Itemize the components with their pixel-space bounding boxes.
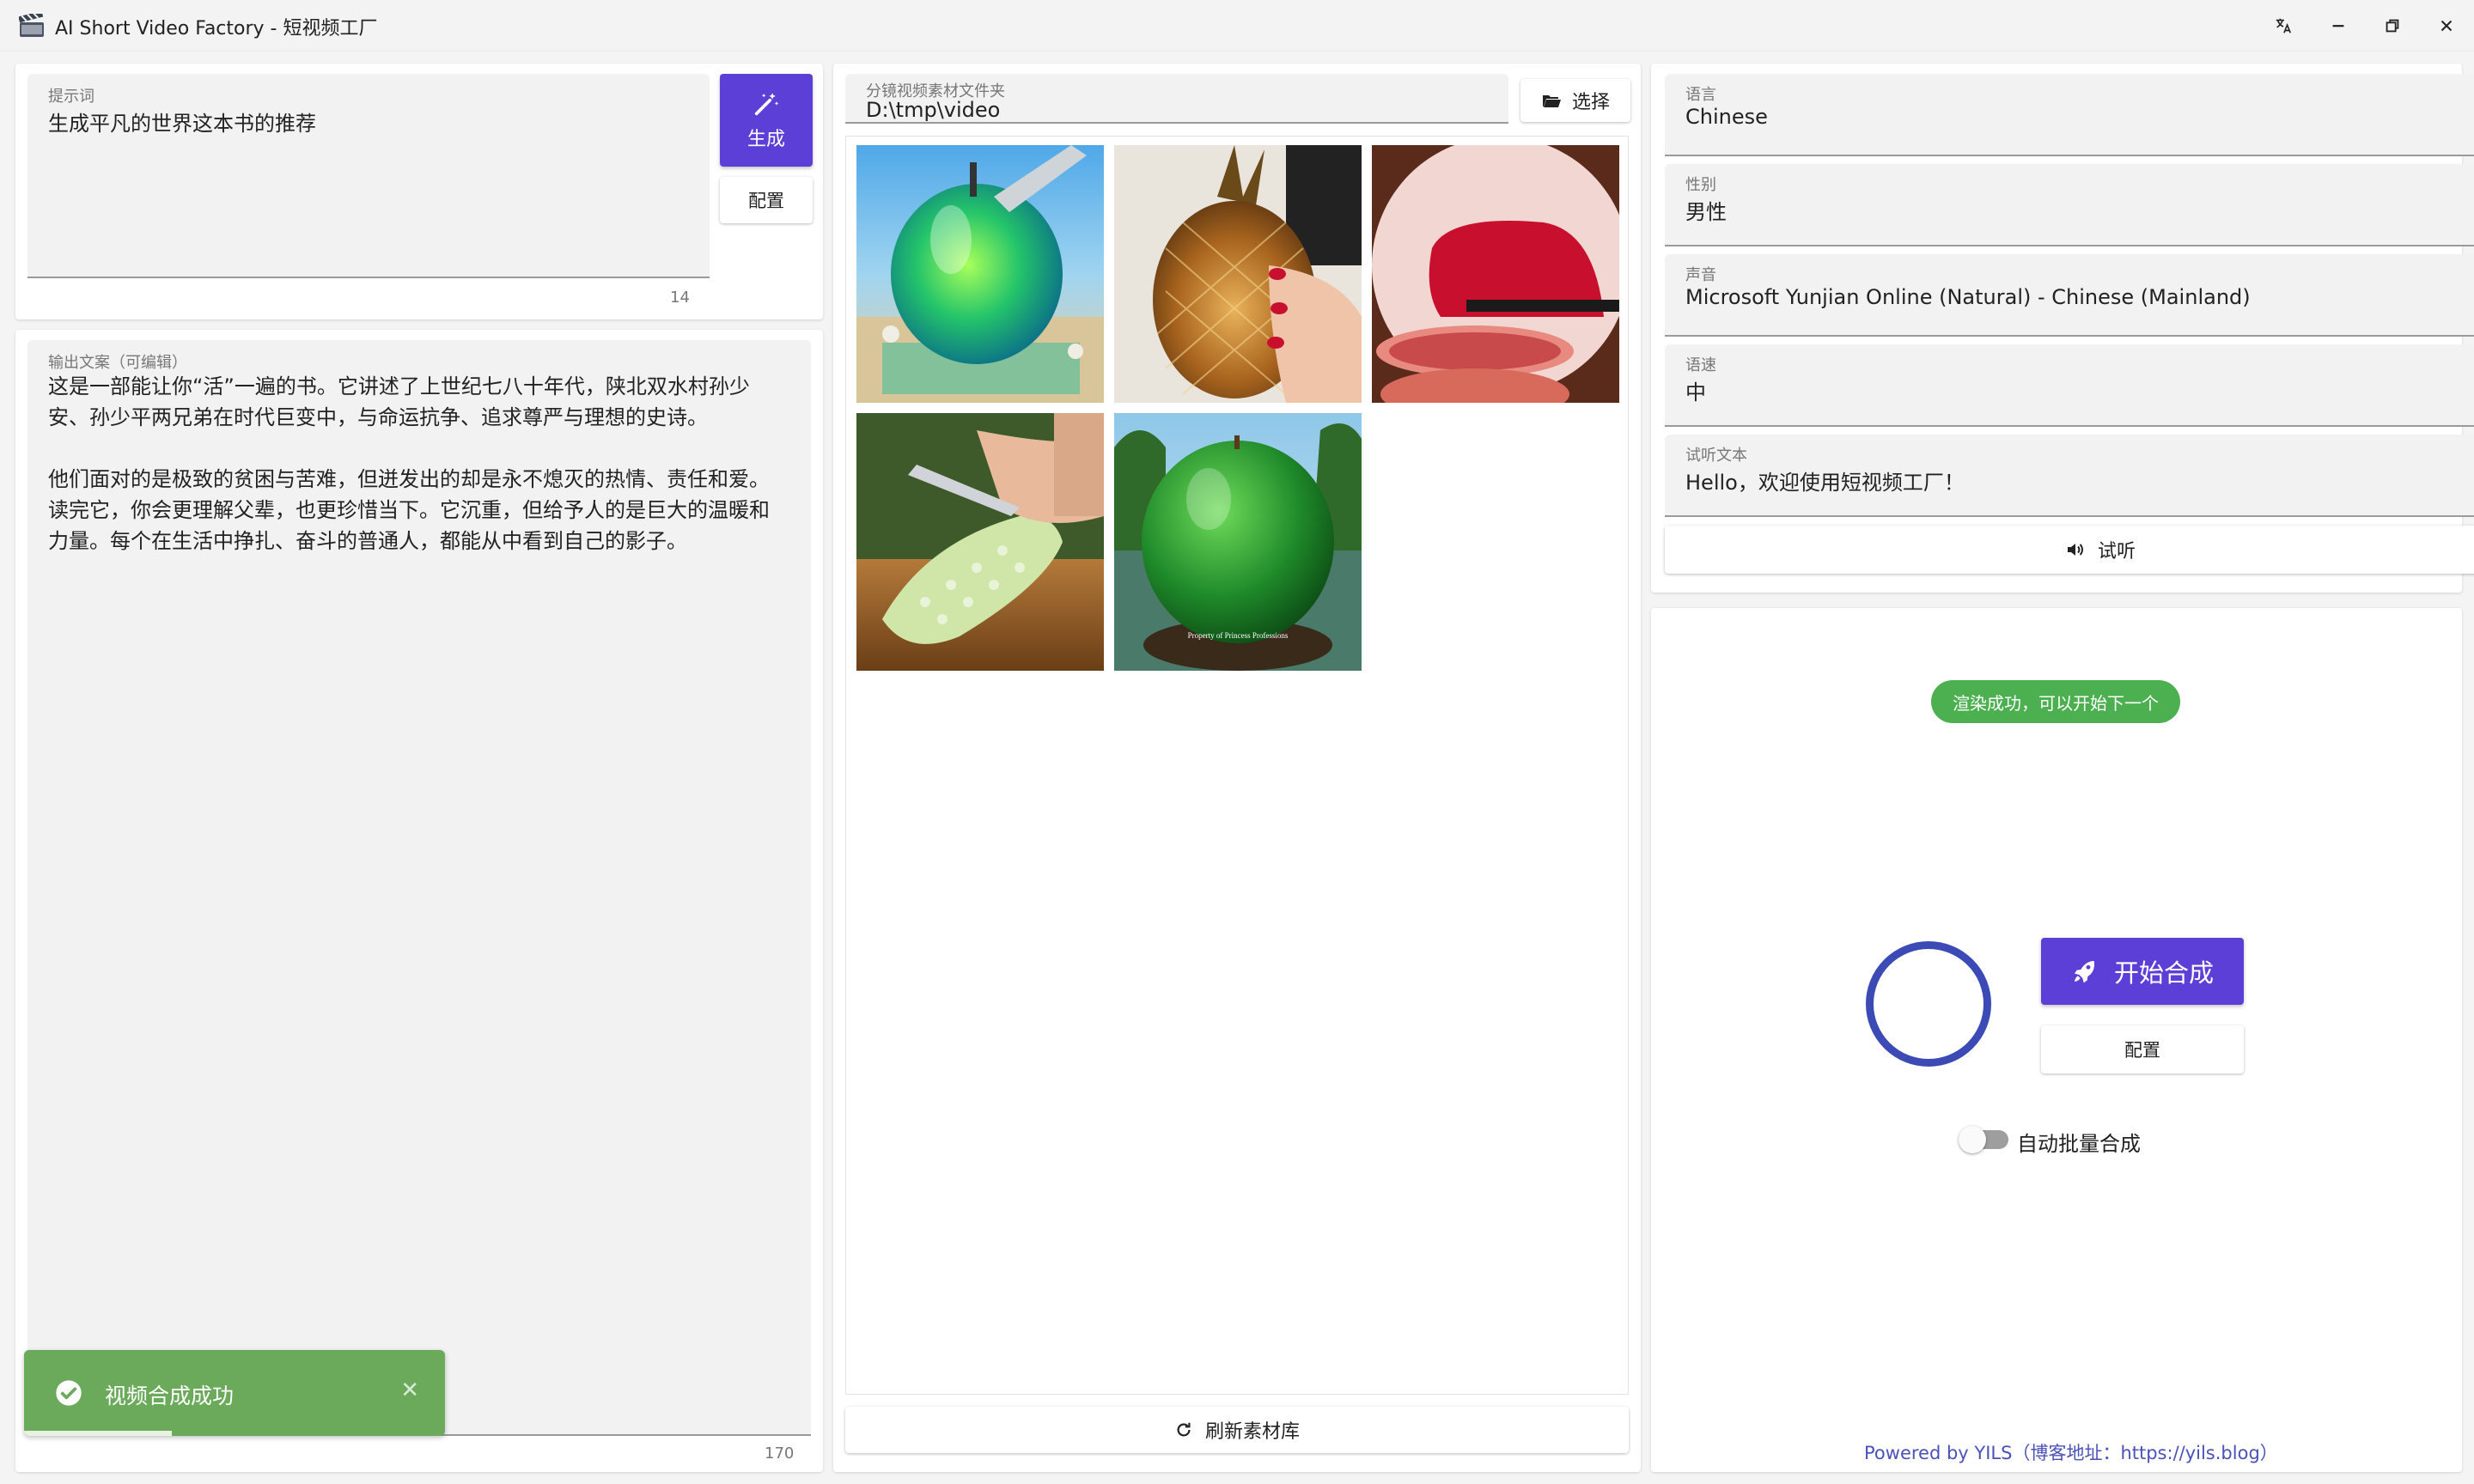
magic-wand-icon <box>754 93 779 116</box>
voice-label: 声音 <box>1685 266 1716 284</box>
output-label: 输出文案（可编辑） <box>48 354 187 372</box>
refresh-library-label: 刷新素材库 <box>1204 1421 1300 1443</box>
folder-path-input[interactable]: D:\tmp\video <box>866 98 1000 122</box>
start-compose-button[interactable]: 开始合成 <box>2041 938 2244 1005</box>
auto-batch-label: 自动批量合成 <box>2017 1132 2141 1156</box>
language-select[interactable]: 语言 Chinese <box>1665 74 2474 156</box>
material-panel: 分镜视频素材文件夹 D:\tmp\video 选择 Property of Pr… <box>833 64 1641 1472</box>
clapperboard-icon <box>18 10 45 38</box>
translate-icon[interactable] <box>2268 10 2299 41</box>
listen-button[interactable]: 试听 <box>1665 526 2474 574</box>
glass-apple-thumbnail[interactable] <box>856 145 1104 403</box>
refresh-library-button[interactable]: 刷新素材库 <box>845 1407 1629 1453</box>
window-title: AI Short Video Factory - 短视频工厂 <box>55 18 378 40</box>
prompt-label: 提示词 <box>48 88 94 106</box>
start-compose-label: 开始合成 <box>2113 958 2214 988</box>
red-fruit-thumbnail[interactable] <box>1372 145 1619 403</box>
close-icon[interactable]: ✕ <box>400 1378 419 1403</box>
output-field[interactable]: 输出文案（可编辑） 这是一部能让你“活”一遍的书。它讲述了上世纪七八十年代，陕北… <box>27 340 811 1436</box>
render-status-badge: 渲染成功，可以开始下一个 <box>1931 680 2180 723</box>
generate-label: 生成 <box>746 129 785 150</box>
success-toast: 视频合成成功 ✕ <box>24 1350 445 1436</box>
select-folder-label: 选择 <box>1571 92 1610 113</box>
render-config-button[interactable]: 配置 <box>2041 1025 2244 1073</box>
prompt-field[interactable]: 提示词 生成平凡的世界这本书的推荐 <box>27 74 710 278</box>
generate-button[interactable]: 生成 <box>720 74 813 167</box>
glass-pineapple-thumbnail[interactable] <box>1114 145 1362 403</box>
prompt-input[interactable]: 生成平凡的世界这本书的推荐 <box>48 106 316 137</box>
sample-text-input[interactable]: Hello，欢迎使用短视频工厂！ <box>1685 465 1965 496</box>
gender-select[interactable]: 性别 男性 <box>1665 164 2474 246</box>
prompt-panel: 提示词 生成平凡的世界这本书的推荐 14 生成 配置 <box>15 64 823 319</box>
speaker-icon <box>2067 544 2083 556</box>
prompt-config-button[interactable]: 配置 <box>720 177 813 223</box>
output-textarea[interactable]: 这是一部能让你“活”一遍的书。它讲述了上世纪七八十年代，陕北双水村孙少 安、孙少… <box>48 371 790 556</box>
prompt-counter: 14 <box>670 289 690 307</box>
speed-label: 语速 <box>1685 356 1716 374</box>
language-value: Chinese <box>1685 105 1768 129</box>
voice-select[interactable]: 声音 Microsoft Yunjian Online (Natural) - … <box>1665 254 2474 337</box>
voice-panel: 语言 Chinese 性别 男性 声音 Microsoft Yunjian On… <box>1651 64 2474 593</box>
folder-open-icon <box>1542 95 1561 107</box>
sample-text-field[interactable]: 试听文本 Hello，欢迎使用短视频工厂！ <box>1665 435 2474 517</box>
speed-select[interactable]: 语速 中 <box>1665 344 2474 427</box>
gender-value: 男性 <box>1685 200 1727 224</box>
toggle-knob <box>1959 1126 1986 1153</box>
output-panel: 输出文案（可编辑） 这是一部能让你“活”一遍的书。它讲述了上世纪七八十年代，陕北… <box>15 330 823 1472</box>
voice-value: Microsoft Yunjian Online (Natural) - Chi… <box>1685 285 2251 309</box>
sample-text-label: 试听文本 <box>1685 447 1747 465</box>
material-gallery: Property of Princess Professions <box>845 136 1629 1395</box>
refresh-icon <box>1177 1422 1191 1437</box>
rocket-icon <box>2074 961 2094 983</box>
progress-ring <box>1866 941 1991 1067</box>
language-label: 语言 <box>1685 86 1716 104</box>
minimize-button[interactable] <box>2323 10 2354 41</box>
check-circle-icon <box>56 1380 82 1406</box>
toast-message: 视频合成成功 <box>105 1384 235 1408</box>
toast-progress-bar <box>24 1431 172 1436</box>
glass-cucumber-thumbnail[interactable] <box>856 413 1104 671</box>
green-sphere-thumbnail[interactable]: Property of Princess Professions <box>1114 413 1362 671</box>
listen-label: 试听 <box>2097 541 2136 563</box>
title-bar: AI Short Video Factory - 短视频工厂 <box>0 0 2474 52</box>
thumbnail-caption: Property of Princess Professions <box>1188 631 1289 640</box>
output-counter: 170 <box>765 1444 795 1463</box>
folder-field[interactable]: 分镜视频素材文件夹 D:\tmp\video <box>845 74 1508 124</box>
close-window-button[interactable] <box>2431 10 2462 41</box>
auto-batch-toggle[interactable] <box>1959 1126 2008 1153</box>
powered-by-link[interactable]: Powered by YILS（博客地址：https://yils.blog） <box>1864 1439 2278 1465</box>
speed-value: 中 <box>1685 380 1706 404</box>
select-folder-button[interactable]: 选择 <box>1520 79 1630 122</box>
gender-label: 性别 <box>1685 176 1716 194</box>
restore-button[interactable] <box>2377 10 2408 41</box>
